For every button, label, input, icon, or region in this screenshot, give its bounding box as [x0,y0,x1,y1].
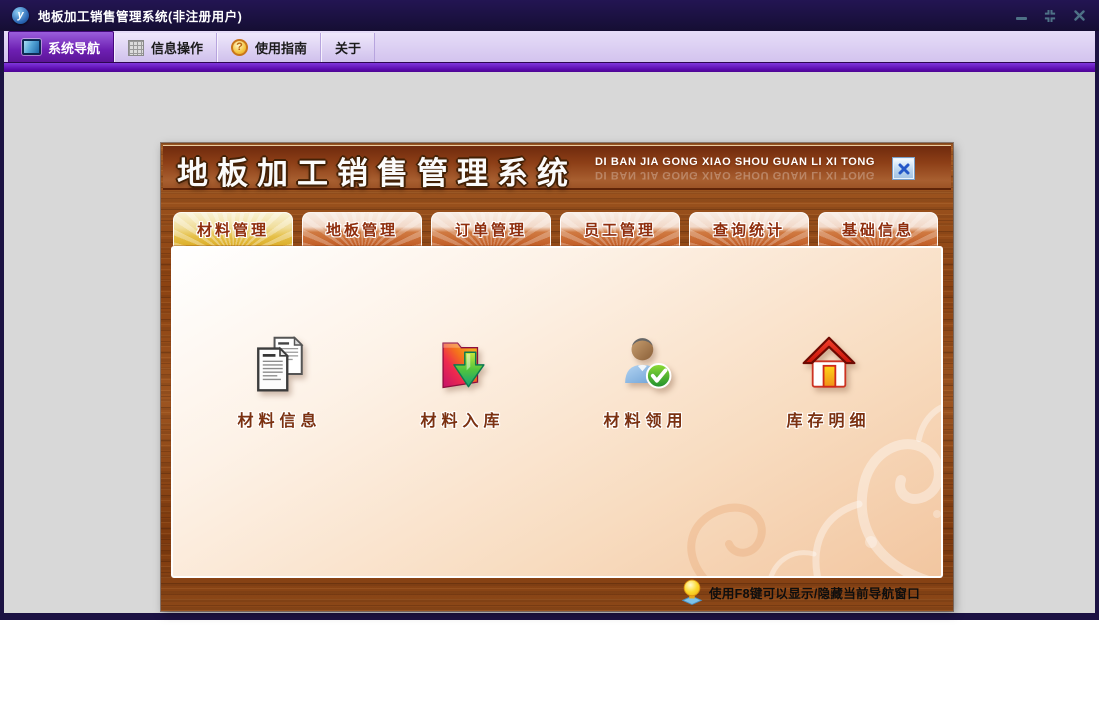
menubar: 系统导航 信息操作 ? 使用指南 关于 [4,31,1095,62]
menu-tab-user-guide[interactable]: ? 使用指南 [217,33,322,62]
menu-tab-label: 信息操作 [151,41,204,56]
nav-tab-employee-mgmt[interactable]: 员工管理 [560,212,680,246]
nav-content-panel: 材料信息 材料入库 材料领用 库存明细 [171,246,943,578]
nav-header: 地板加工销售管理系统 DI BAN JIA GONG XIAO SHOU GUA… [163,145,951,191]
nav-tab-material-mgmt[interactable]: 材料管理 [173,212,293,246]
nav-tab-row: 材料管理 地板管理 订单管理 员工管理 查询统计 基础信息 [173,212,938,246]
help-coin-icon: ? [231,39,249,56]
folder-import-icon [434,332,492,394]
shortcut-stock-detail[interactable]: 库存明细 [737,332,920,431]
user-check-icon [617,332,675,394]
window-controls [1013,9,1087,23]
menu-tab-label: 关于 [335,41,362,56]
menu-tab-info-ops[interactable]: 信息操作 [114,33,218,62]
shortcut-label: 材料入库 [420,413,505,430]
shortcut-label: 库存明细 [786,413,871,430]
shortcut-label: 材料信息 [237,413,322,430]
nav-tab-query-stats[interactable]: 查询统计 [689,212,809,246]
close-window-button[interactable] [1071,9,1087,23]
panel-subtitle-pinyin: DI BAN JIA GONG XIAO SHOU GUAN LI XI TON… [595,156,876,168]
nav-tab-basic-info[interactable]: 基础信息 [818,212,938,246]
window-title: 地板加工销售管理系统(非注册用户) [38,10,243,24]
minimize-button[interactable] [1013,9,1029,23]
client-area: 地板加工销售管理系统 DI BAN JIA GONG XIAO SHOU GUA… [4,72,1095,613]
documents-icon [251,332,309,394]
restore-button[interactable] [1042,9,1058,23]
shortcut-label: 材料领用 [603,413,688,430]
menu-tab-label: 使用指南 [255,41,308,56]
bulb-icon [681,579,703,606]
app-logo-icon: y [12,7,29,24]
shortcut-material-issue[interactable]: 材料领用 [554,332,737,431]
purple-divider [4,62,1095,72]
desktop: y 地板加工销售管理系统(非注册用户) 系统导航 信息操作 ? 使用指南 关于 … [0,0,1099,723]
menu-tab-system-nav[interactable]: 系统导航 [8,31,115,62]
close-icon [1073,10,1085,21]
panel-subtitle-reflection: DI BAN JIA GONG XIAO SHOU GUAN LI XI TON… [595,169,876,181]
nav-footer: 使用F8键可以显示/隐藏当前导航窗口 [680,579,920,606]
panel-title: 地板加工销售管理系统 [177,156,577,191]
shortcut-material-info[interactable]: 材料信息 [188,332,371,431]
shortcut-grid: 材料信息 材料入库 材料领用 库存明细 [188,332,920,431]
navigation-window: 地板加工销售管理系统 DI BAN JIA GONG XIAO SHOU GUA… [161,143,953,611]
app-window: y 地板加工销售管理系统(非注册用户) 系统导航 信息操作 ? 使用指南 关于 … [0,0,1099,620]
panel-close-button[interactable] [893,158,914,179]
close-icon [898,163,909,174]
footer-tip: 使用F8键可以显示/隐藏当前导航窗口 [709,587,920,601]
house-icon [800,332,858,394]
nav-tab-floor-mgmt[interactable]: 地板管理 [302,212,422,246]
monitor-icon [22,39,41,55]
restore-icon [1044,9,1056,22]
nav-tab-order-mgmt[interactable]: 订单管理 [431,212,551,246]
menu-tab-about[interactable]: 关于 [321,33,376,62]
shortcut-material-inbound[interactable]: 材料入库 [371,332,554,431]
minimize-icon [1015,17,1027,20]
titlebar: y 地板加工销售管理系统(非注册用户) [0,0,1099,31]
menu-tab-label: 系统导航 [48,40,101,56]
grid-icon [128,39,145,56]
